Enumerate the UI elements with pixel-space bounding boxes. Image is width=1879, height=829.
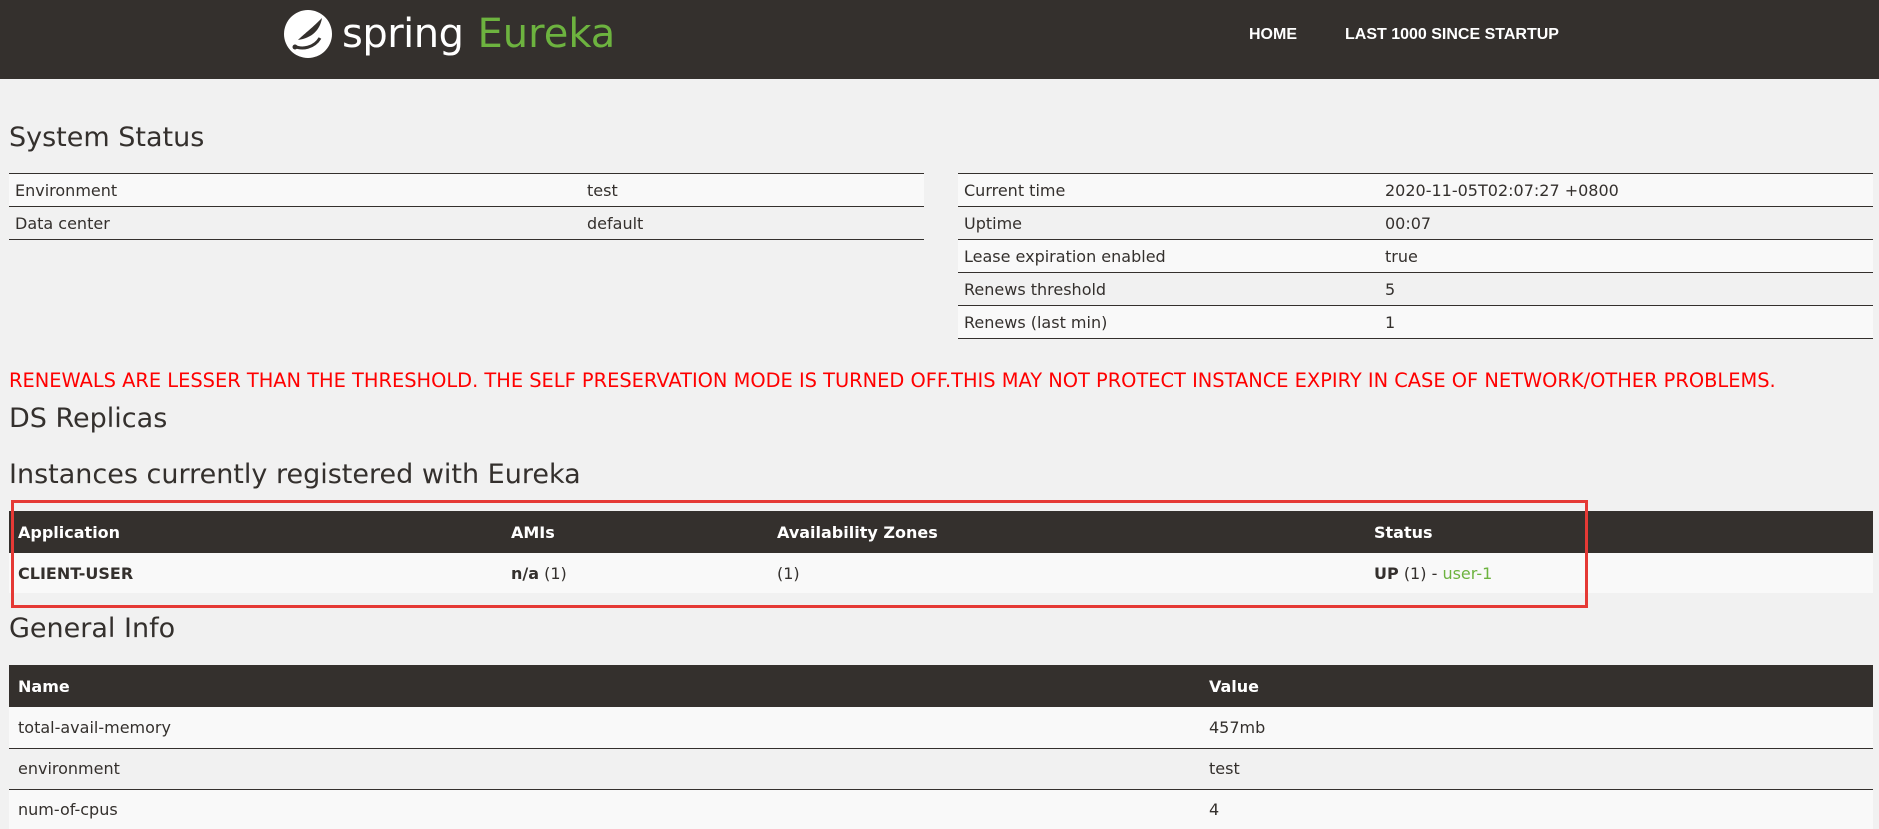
status-value: test — [581, 173, 924, 207]
column-header-application: Application — [9, 511, 502, 553]
status-label: Environment — [9, 173, 581, 207]
status-cell: UP (1) - user-1 — [1365, 553, 1873, 593]
status-label: Data center — [9, 206, 581, 240]
table-row: CLIENT-USER n/a (1) (1) UP (1) - user-1 — [9, 553, 1873, 593]
status-value: 5 — [1379, 272, 1873, 306]
table-header-row: Name Value — [9, 665, 1873, 707]
table-row: Renews threshold 5 — [958, 272, 1873, 306]
nav-home-link[interactable]: HOME — [1249, 26, 1297, 44]
system-status-left-table: Environment test Data center default — [9, 173, 924, 240]
status-value: default — [581, 206, 924, 240]
column-header-amis: AMIs — [502, 511, 768, 553]
status-label: Renews (last min) — [958, 305, 1379, 339]
column-header-availability-zones: Availability Zones — [768, 511, 1365, 553]
table-row: num-of-cpus 4 — [9, 789, 1873, 829]
table-header-row: Application AMIs Availability Zones Stat… — [9, 511, 1873, 553]
column-header-value: Value — [1200, 665, 1873, 707]
general-info-table: Name Value total-avail-memory 457mb envi… — [9, 665, 1873, 829]
info-value: 457mb — [1200, 707, 1873, 749]
table-row: Current time 2020-11-05T02:07:27 +0800 — [958, 173, 1873, 207]
amis-cell: n/a (1) — [502, 553, 768, 593]
info-value: test — [1200, 748, 1873, 790]
availability-zones-value: (1) — [768, 553, 1365, 593]
table-row: Lease expiration enabled true — [958, 239, 1873, 273]
spring-leaf-icon — [284, 10, 332, 58]
status-label: Uptime — [958, 206, 1379, 240]
status-label: Current time — [958, 173, 1379, 207]
logo-spring-text: spring — [342, 11, 464, 57]
spring-eureka-logo[interactable]: spring Eureka — [282, 6, 615, 62]
status-label: Renews threshold — [958, 272, 1379, 306]
system-status-heading: System Status — [9, 122, 205, 153]
self-preservation-warning: RENEWALS ARE LESSER THAN THE THRESHOLD. … — [9, 369, 1776, 392]
status-label: Lease expiration enabled — [958, 239, 1379, 273]
table-row: Data center default — [9, 206, 924, 240]
status-value: 1 — [1379, 305, 1873, 339]
application-name: CLIENT-USER — [9, 553, 502, 593]
instances-table: Application AMIs Availability Zones Stat… — [9, 511, 1873, 593]
info-name: environment — [9, 748, 1200, 790]
status-value: 00:07 — [1379, 206, 1873, 240]
table-row: total-avail-memory 457mb — [9, 707, 1873, 749]
logo-eureka-text: Eureka — [477, 11, 616, 57]
column-header-name: Name — [9, 665, 1200, 707]
info-name: num-of-cpus — [9, 789, 1200, 829]
info-value: 4 — [1200, 789, 1873, 829]
amis-value: n/a — [511, 563, 540, 583]
info-name: total-avail-memory — [9, 707, 1200, 749]
status-value: true — [1379, 239, 1873, 273]
table-row: Environment test — [9, 173, 924, 207]
instances-heading: Instances currently registered with Eure… — [9, 459, 581, 490]
status-value: UP — [1374, 563, 1399, 583]
nav-last-1000-link[interactable]: LAST 1000 SINCE STARTUP — [1345, 26, 1559, 44]
general-info-heading: General Info — [9, 613, 176, 644]
ds-replicas-heading: DS Replicas — [9, 403, 168, 434]
amis-count: (1) — [544, 563, 567, 583]
status-value: 2020-11-05T02:07:27 +0800 — [1379, 173, 1873, 207]
column-header-status: Status — [1365, 511, 1873, 553]
top-navbar: spring Eureka HOME LAST 1000 SINCE START… — [0, 0, 1879, 79]
status-count: (1) - — [1403, 563, 1438, 583]
table-row: environment test — [9, 748, 1873, 790]
system-status-right-table: Current time 2020-11-05T02:07:27 +0800 U… — [958, 173, 1873, 339]
table-row: Renews (last min) 1 — [958, 305, 1873, 339]
instance-link-user-1[interactable]: user-1 — [1442, 564, 1492, 583]
table-row: Uptime 00:07 — [958, 206, 1873, 240]
